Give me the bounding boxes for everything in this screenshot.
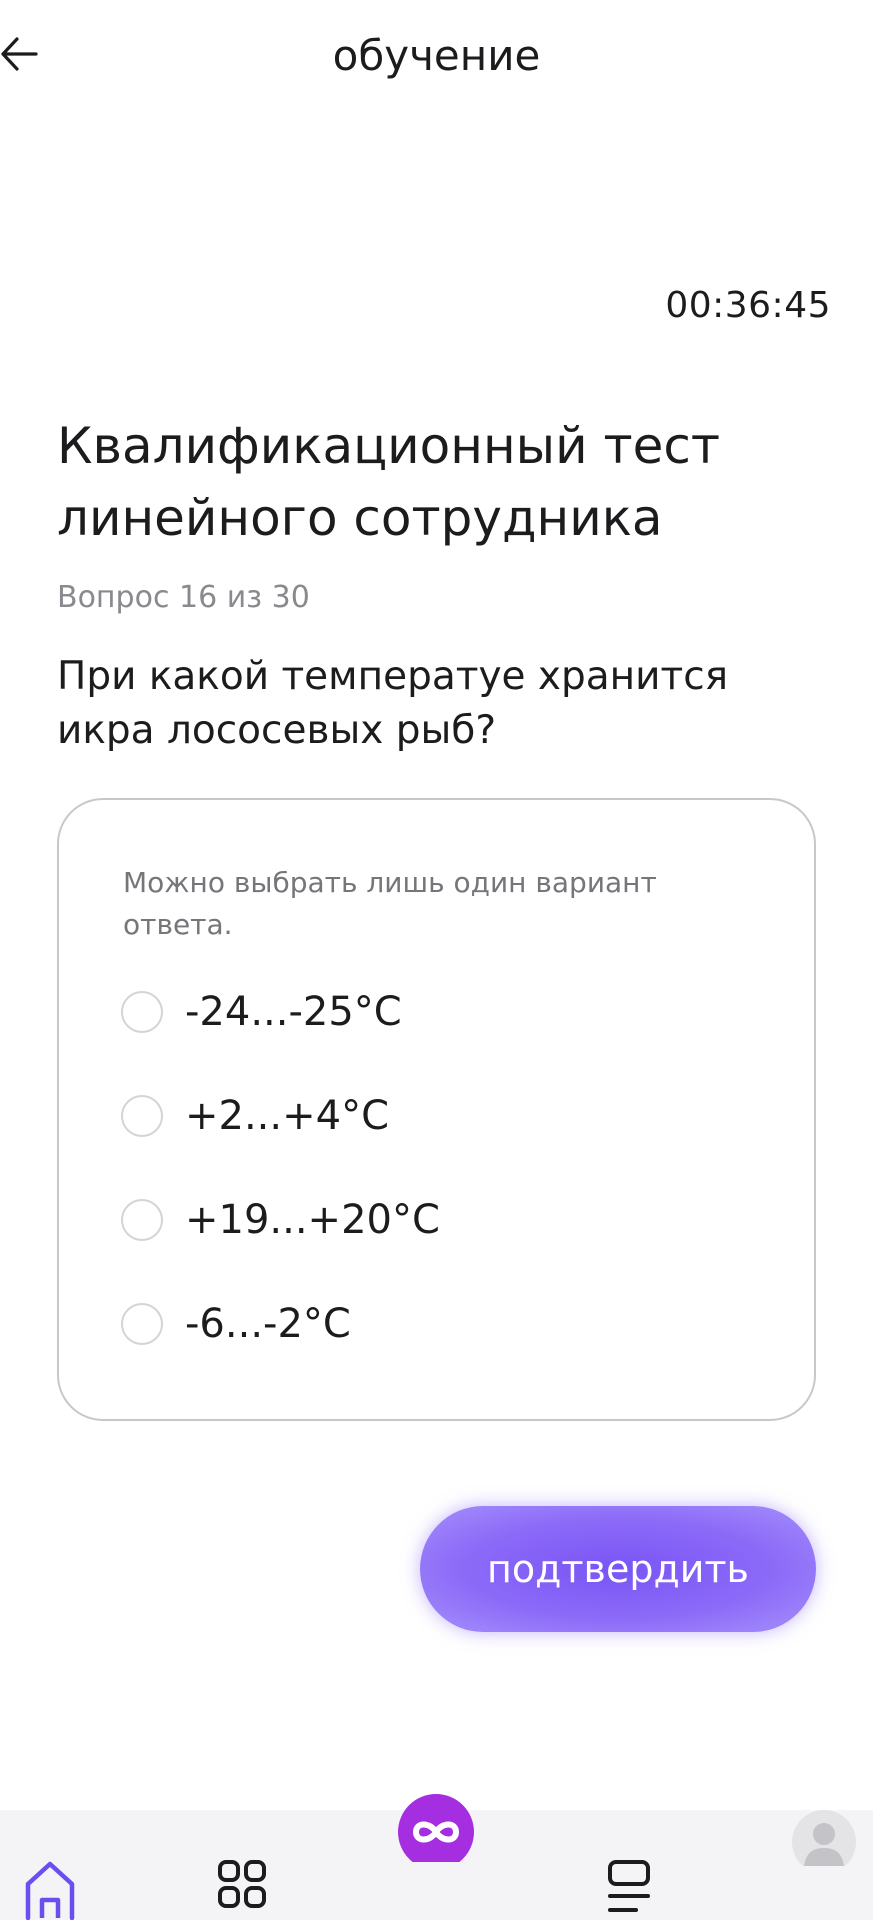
apps-grid-icon: [214, 1810, 270, 1920]
answer-hint: Можно выбрать лишь один вариант ответа.: [123, 866, 657, 941]
nav-list[interactable]: [580, 1810, 680, 1920]
radio-button[interactable]: [121, 1303, 163, 1345]
home-icon: [22, 1810, 78, 1920]
countdown-timer: 00:36:45: [665, 285, 831, 326]
answer-option[interactable]: +2...+4°C: [121, 1086, 741, 1146]
answer-option-label: -24...-25°C: [185, 989, 402, 1035]
answer-option[interactable]: +19...+20°C: [121, 1190, 741, 1250]
nav-profile[interactable]: [774, 1810, 873, 1920]
list-icon: [602, 1810, 658, 1920]
radio-button[interactable]: [121, 1095, 163, 1137]
question-text: При какой температуе хранится икра лосос…: [57, 654, 729, 753]
nav-home[interactable]: [0, 1810, 100, 1920]
nav-catalog[interactable]: [192, 1810, 292, 1920]
radio-button[interactable]: [121, 1199, 163, 1241]
confirm-button[interactable]: подтвердить: [420, 1506, 816, 1632]
answer-option[interactable]: -24...-25°C: [121, 982, 741, 1042]
profile-avatar-icon: [790, 1810, 858, 1874]
answer-option-label: +2...+4°C: [185, 1093, 390, 1139]
page-title: обучение: [332, 31, 541, 80]
answer-option-label: +19...+20°C: [185, 1197, 440, 1243]
answer-card: Можно выбрать лишь один вариант ответа. …: [57, 798, 816, 1421]
answer-option-label: -6...-2°C: [185, 1301, 351, 1347]
test-screen: обучение 00:36:45 Квалификационный тест …: [0, 0, 873, 1920]
infinity-logo-icon: [396, 1794, 476, 1870]
bottom-navigation: [0, 1794, 873, 1920]
test-title: Квалификационный тест линейного сотрудни…: [57, 417, 721, 547]
answer-option[interactable]: -6...-2°C: [121, 1294, 741, 1354]
question-counter: Вопрос 16 из 30: [57, 580, 310, 615]
radio-button[interactable]: [121, 991, 163, 1033]
nav-center[interactable]: [386, 1794, 486, 1920]
